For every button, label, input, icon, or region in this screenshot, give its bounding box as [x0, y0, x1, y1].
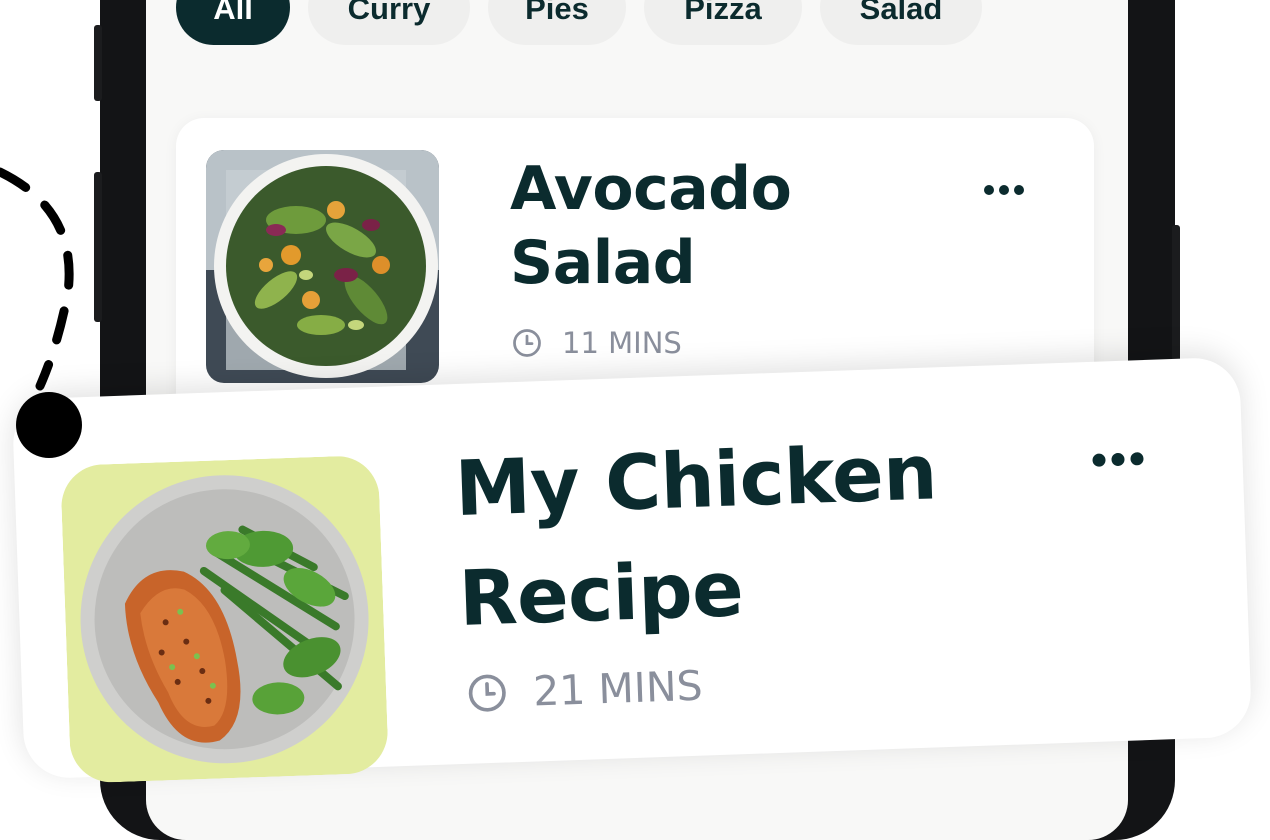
- recipe-image: [60, 454, 389, 784]
- category-chip-label: Salad: [859, 0, 943, 26]
- recipe-time-label: 21 MINS: [532, 661, 704, 716]
- more-options-icon[interactable]: [1092, 452, 1144, 467]
- recipe-time: 21 MINS: [466, 662, 703, 718]
- clock-icon: [468, 674, 506, 712]
- recipe-card-featured[interactable]: My Chicken Recipe 21 MINS: [11, 356, 1253, 784]
- recipe-time: 11 MINS: [512, 326, 682, 360]
- salad-bowl-illustration: [206, 150, 439, 383]
- recipe-title: Avocado Salad: [510, 152, 792, 300]
- recipe-title-line: My Chicken: [453, 427, 939, 534]
- phone-side-button: [1172, 225, 1180, 375]
- category-chip-label: Curry: [347, 0, 431, 26]
- category-chip-salad[interactable]: Salad: [820, 0, 982, 45]
- recipe-image: [206, 150, 439, 383]
- salmon-plate-illustration: [60, 454, 389, 784]
- recipe-title-line: Avocado: [510, 154, 792, 224]
- recipe-title-line: Recipe: [457, 544, 745, 644]
- category-chip-pies[interactable]: Pies: [488, 0, 626, 45]
- category-chip-all[interactable]: All: [176, 0, 290, 45]
- category-chip-pizza[interactable]: Pizza: [644, 0, 802, 45]
- category-chip-label: Pizza: [684, 0, 762, 26]
- path-endpoint-dot: [16, 392, 82, 458]
- category-chip-label: Pies: [525, 0, 589, 26]
- recipe-title: My Chicken Recipe: [453, 417, 942, 654]
- category-chip-label: All: [213, 0, 253, 26]
- more-options-icon[interactable]: [984, 185, 1024, 195]
- category-chip-curry[interactable]: Curry: [308, 0, 470, 45]
- clock-icon: [513, 329, 541, 357]
- recipe-time-label: 11 MINS: [562, 326, 682, 360]
- recipe-title-line: Salad: [510, 228, 696, 298]
